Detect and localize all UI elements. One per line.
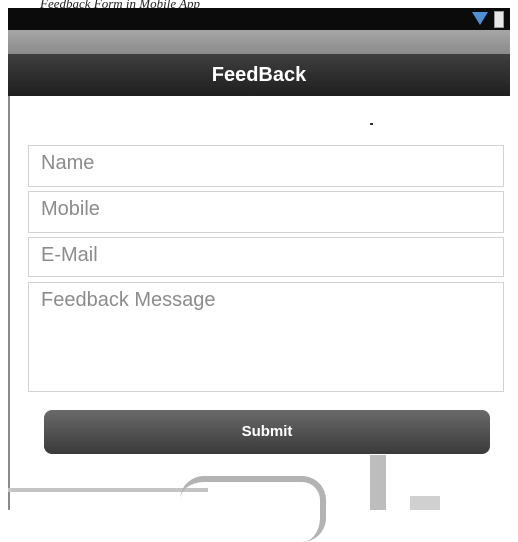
- status-bar: [8, 8, 510, 30]
- background-block: [410, 496, 440, 510]
- background-arc: [180, 476, 326, 542]
- email-input[interactable]: E-Mail: [28, 237, 504, 277]
- dot-mark: [370, 123, 373, 125]
- caption-text: Feedback Form in Mobile App: [40, 0, 201, 8]
- mobile-input[interactable]: Mobile: [28, 191, 504, 233]
- wifi-icon: [472, 12, 488, 25]
- name-input[interactable]: Name: [28, 145, 504, 187]
- battery-icon: [494, 11, 504, 28]
- background-bar: [370, 455, 386, 510]
- app-bar-title: FeedBack: [8, 54, 510, 96]
- submit-button[interactable]: Submit: [44, 410, 490, 454]
- left-border: [8, 96, 10, 510]
- toolbar-strip: [8, 30, 510, 54]
- feedback-message-textarea[interactable]: Feedback Message: [28, 282, 504, 392]
- background-line: [8, 488, 208, 492]
